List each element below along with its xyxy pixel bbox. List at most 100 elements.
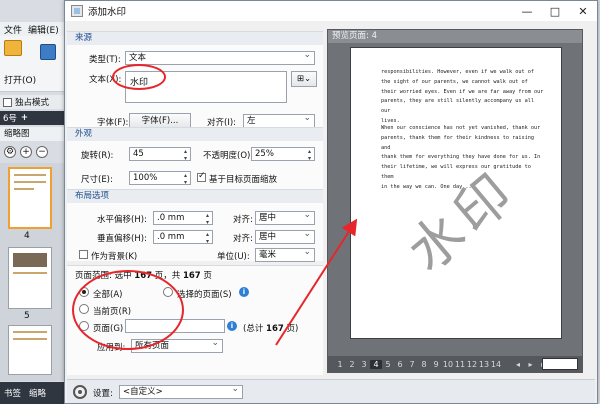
document-tab[interactable]: 6号 (3, 112, 17, 124)
pager-page[interactable]: 1 (334, 360, 346, 369)
open-folder-icon[interactable] (4, 40, 22, 56)
watermark-text-input[interactable]: 水印 (125, 71, 287, 103)
document-tabs: 6号 + (0, 111, 66, 125)
app-icon (71, 5, 83, 17)
scale-to-page-checkbox[interactable] (197, 171, 206, 182)
all-pages-radio[interactable] (79, 287, 89, 297)
h-align-select[interactable]: 居中 (255, 211, 315, 225)
pager-page[interactable]: 12 (466, 360, 478, 369)
new-tab-button[interactable]: + (21, 113, 28, 123)
minimize-button[interactable]: — (513, 1, 541, 21)
add-watermark-dialog: 添加水印 — □ ✕ 来源 类型(T): 文本 文本(X): 水印 ⊞⌄ 字体(… (64, 0, 598, 404)
scale-to-page-label: 基于目标页面缩放 (209, 175, 278, 185)
range-prefix: 页面范围: 选中 (75, 271, 132, 281)
range-mid: 页，共 (154, 271, 181, 281)
opacity-label: 不透明度(O): (203, 151, 254, 161)
page-thumbnail[interactable] (8, 167, 52, 229)
current-page-label: 当前页(R) (93, 307, 132, 317)
thumbnail-tools: ⚙ + − (0, 143, 66, 161)
current-page-radio[interactable] (79, 304, 89, 314)
dialog-title: 添加水印 (88, 7, 127, 18)
size-label: 尺寸(E): (81, 175, 113, 185)
settings-gear-icon[interactable]: ⚙ (4, 146, 16, 158)
pages-range-input[interactable] (125, 319, 225, 333)
total-count: 167 (182, 271, 201, 281)
menu-edit[interactable]: 编辑(E) (28, 23, 59, 36)
thumbnail-page-number: 4 (24, 231, 30, 241)
pager-page[interactable]: 6 (394, 360, 406, 369)
pages-total-label: (总计 167 页) (243, 324, 299, 334)
pager-page[interactable]: 13 (478, 360, 490, 369)
pager-page[interactable]: 3 (358, 360, 370, 369)
as-background-checkbox[interactable] (79, 250, 88, 259)
opacity-input[interactable]: 25% (251, 147, 315, 161)
info-icon[interactable]: i (239, 287, 249, 297)
h-align-label: 对齐: (233, 215, 253, 225)
pages-label: 页面(G) (93, 324, 124, 334)
settings-gear-icon (73, 385, 87, 399)
zoom-in-icon[interactable]: + (20, 146, 32, 158)
pager-page[interactable]: 7 (406, 360, 418, 369)
h-offset-input[interactable]: .0 mm (153, 211, 213, 225)
dialog-footer: 设置: <自定义> (67, 379, 595, 403)
pager-page-active[interactable]: 4 (370, 359, 382, 369)
preview-pager: 1 2 3 4 5 6 7 8 9 10 11 12 13 14 ◂ ▸ ▸| (328, 356, 582, 372)
pager-page[interactable]: 10 (442, 360, 454, 369)
page-thumbnail[interactable] (8, 325, 52, 375)
preview-paragraph-1: responsibilities. However, even if we wa… (381, 69, 544, 124)
pager-page[interactable]: 8 (418, 360, 430, 369)
pager-page[interactable]: 2 (346, 360, 358, 369)
exclusive-mode-button[interactable]: 独占模式 (0, 95, 66, 109)
mode-label: 独占模式 (15, 98, 50, 108)
rotation-input[interactable]: 45 (129, 147, 191, 161)
unit-label: 单位(U): (217, 252, 250, 262)
v-align-select[interactable]: 居中 (255, 230, 315, 244)
pager-page[interactable]: 11 (454, 360, 466, 369)
pager-page[interactable]: 5 (382, 360, 394, 369)
type-select[interactable]: 文本 (125, 51, 315, 65)
maximize-button[interactable]: □ (541, 1, 569, 21)
preview-pane: 预览页面: 4 responsibilities. However, even … (327, 29, 583, 373)
mode-icon (3, 97, 12, 107)
layout-section: 布局选项 水平偏移(H): .0 mm 对齐: 居中 垂直偏移(H): .0 m… (67, 189, 323, 262)
selected-pages-radio[interactable] (163, 287, 173, 297)
thumbnails-panel-title: 缩略图 (0, 127, 66, 141)
all-pages-label: 全部(A) (93, 290, 123, 300)
align-select[interactable]: 左 (243, 114, 315, 128)
range-suffix: 页 (203, 271, 212, 281)
v-align-label: 对齐: (233, 234, 253, 244)
v-offset-input[interactable]: .0 mm (153, 230, 213, 244)
preview-header: 预览页面: 4 (328, 30, 582, 43)
page-range-summary: 页面范围: 选中 167 页，共 167 页 (75, 269, 212, 281)
thumbnails-tab[interactable]: 缩略 (29, 387, 46, 399)
pager-page[interactable]: 14 (490, 360, 502, 369)
unit-select[interactable]: 毫米 (255, 248, 315, 262)
pager-page[interactable]: 9 (430, 360, 442, 369)
pages-radio[interactable] (79, 321, 89, 331)
menu-bar: 文件 编辑(E) (0, 22, 66, 36)
as-background-label: 作为背景(K) (91, 252, 138, 262)
size-input[interactable]: 100% (129, 171, 191, 185)
selected-count: 167 (134, 271, 153, 281)
settings-preset-select[interactable]: <自定义> (119, 385, 243, 399)
page-thumbnail[interactable] (8, 247, 52, 309)
zoom-out-icon[interactable]: − (36, 146, 48, 158)
thumbnail-page-number: 5 (24, 311, 30, 321)
appearance-header: 外观 (67, 128, 323, 141)
selected-pages-label: 选择的页面(S) (177, 290, 232, 300)
menu-file[interactable]: 文件 (4, 23, 22, 36)
panel-tabs: 书签 缩略 (0, 382, 66, 404)
open-button-label[interactable]: 打开(O) (4, 73, 36, 86)
info-icon[interactable]: i (227, 321, 237, 331)
bookmarks-tab[interactable]: 书签 (4, 387, 21, 399)
type-label: 类型(T): (89, 55, 121, 65)
settings-pane: 来源 类型(T): 文本 文本(X): 水印 ⊞⌄ 字体(F): 字体(F)..… (67, 23, 323, 375)
apply-to-select[interactable]: 所有页面 (131, 339, 223, 353)
preview-page: responsibilities. However, even if we wa… (350, 47, 562, 339)
insert-macro-button[interactable]: ⊞⌄ (291, 71, 317, 87)
pager-page-input[interactable] (542, 358, 578, 370)
dialog-titlebar[interactable]: 添加水印 — □ ✕ (65, 1, 597, 21)
save-icon[interactable] (40, 44, 56, 60)
appearance-section: 外观 旋转(R): 45 不透明度(O): 25% 尺寸(E): 100% 基于… (67, 127, 323, 189)
close-button[interactable]: ✕ (569, 1, 597, 21)
